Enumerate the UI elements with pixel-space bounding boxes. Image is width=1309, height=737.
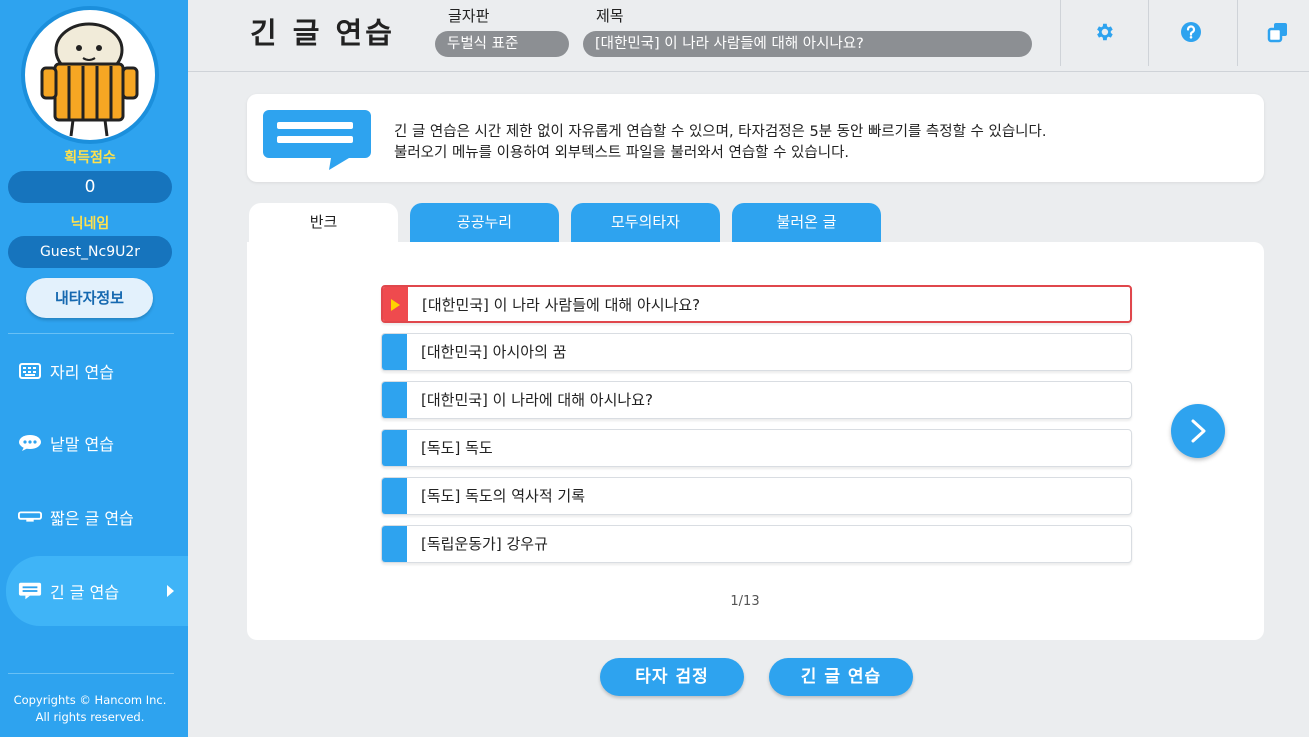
row-marker [382,334,407,370]
header-separator [1237,0,1238,66]
row-marker [383,287,408,321]
sidebar: 획득점수 0 닉네임 Guest_Nc9U2r 내타자정보 자리 연습 낱말 연… [0,0,188,737]
score-value: 0 [8,171,172,203]
message-bubble-icon [261,108,371,174]
long-text-practice-button[interactable]: 긴 글 연습 [769,658,913,696]
list-item[interactable]: [독도] 독도의 역사적 기록 [381,477,1132,515]
info-text-line: 불러오기 메뉴를 이용하여 외부텍스트 파일을 불러와서 연습할 수 있습니다. [394,145,850,161]
nickname-value: Guest_Nc9U2r [8,236,172,268]
next-page-button[interactable] [1171,404,1225,458]
my-typing-info-button[interactable]: 내타자정보 [26,278,153,318]
list-item-label: [대한민국] 아시아의 꿈 [421,343,567,361]
list-item-label: [독도] 독도의 역사적 기록 [421,487,586,505]
play-icon [391,299,400,311]
list-item[interactable]: [대한민국] 아시아의 꿈 [381,333,1132,371]
keyboard-layout-value[interactable]: 두벌식 표준 [435,31,569,57]
list-item[interactable]: [독립운동가] 강우규 [381,525,1132,563]
sidebar-item-key-practice[interactable]: 자리 연습 [0,341,188,401]
row-marker [382,478,407,514]
avatar [21,6,159,144]
tab-vank[interactable]: 반크 [249,203,398,243]
sidebar-divider [8,673,174,674]
settings-gear-icon[interactable] [1092,20,1116,44]
list-item-label: [대한민국] 이 나라 사람들에 대해 아시나요? [422,296,701,314]
row-marker [382,382,407,418]
sidebar-item-word-practice[interactable]: 낱말 연습 [0,413,188,473]
chevron-right-icon [1191,419,1206,443]
short-text-icon [18,509,42,525]
info-text-line: 긴 글 연습은 시간 제한 없이 자유롭게 연습할 수 있으며, 타자검정은 5… [394,124,1047,140]
sidebar-item-label: 긴 글 연습 [50,583,120,602]
copyright-line: Copyrights © Hancom Inc. [13,693,167,707]
page-title: 긴 글 연습 [250,16,395,50]
window-restore-icon[interactable] [1266,20,1290,44]
list-item-label: [독립운동가] 강우규 [421,535,548,553]
info-box: 긴 글 연습은 시간 제한 없이 자유롭게 연습할 수 있으며, 타자검정은 5… [247,94,1264,182]
row-marker [382,430,407,466]
keyboard-layout-label: 글자판 [448,7,490,25]
keyboard-icon [18,363,42,379]
list-item[interactable]: [대한민국] 이 나라에 대해 아시나요? [381,381,1132,419]
tab-everyones-typing[interactable]: 모두의타자 [571,203,720,243]
list-item-label: [대한민국] 이 나라에 대해 아시나요? [421,391,653,409]
header: 긴 글 연습 글자판 두벌식 표준 제목 [대한민국] 이 나라 사람들에 대해… [188,0,1309,72]
tab-public-nuri[interactable]: 공공누리 [410,203,559,243]
score-label: 획득점수 [64,150,116,166]
nickname-label: 닉네임 [70,216,110,232]
header-separator [1148,0,1149,66]
sidebar-item-label: 짧은 글 연습 [50,509,134,528]
long-text-icon [18,582,42,600]
tab-loaded-text[interactable]: 불러온 글 [732,203,881,243]
sidebar-item-long-text-practice[interactable]: 긴 글 연습 [6,556,188,626]
list-item-label: [독도] 독도 [421,439,493,457]
mascot-icon [40,22,139,137]
list-item[interactable]: [대한민국] 이 나라 사람들에 대해 아시나요? [381,285,1132,323]
sidebar-item-label: 낱말 연습 [50,435,114,454]
speech-bubble-icon [18,435,42,451]
sidebar-item-short-text-practice[interactable]: 짧은 글 연습 [0,487,188,547]
list-item[interactable]: [독도] 독도 [381,429,1132,467]
help-icon[interactable] [1179,20,1203,44]
header-separator [1060,0,1061,66]
row-marker [382,526,407,562]
page-indicator: 1/13 [730,594,760,609]
copyright-line: All rights reserved. [35,710,145,724]
subject-value[interactable]: [대한민국] 이 나라 사람들에 대해 아시나요? [583,31,1032,57]
subject-label: 제목 [596,7,624,25]
sidebar-item-label: 자리 연습 [50,363,114,382]
copyright: Copyrights © Hancom Inc. All rights rese… [0,692,180,726]
active-arrow-icon [167,585,174,597]
sidebar-divider [8,333,174,334]
typing-test-button[interactable]: 타자 검정 [600,658,744,696]
